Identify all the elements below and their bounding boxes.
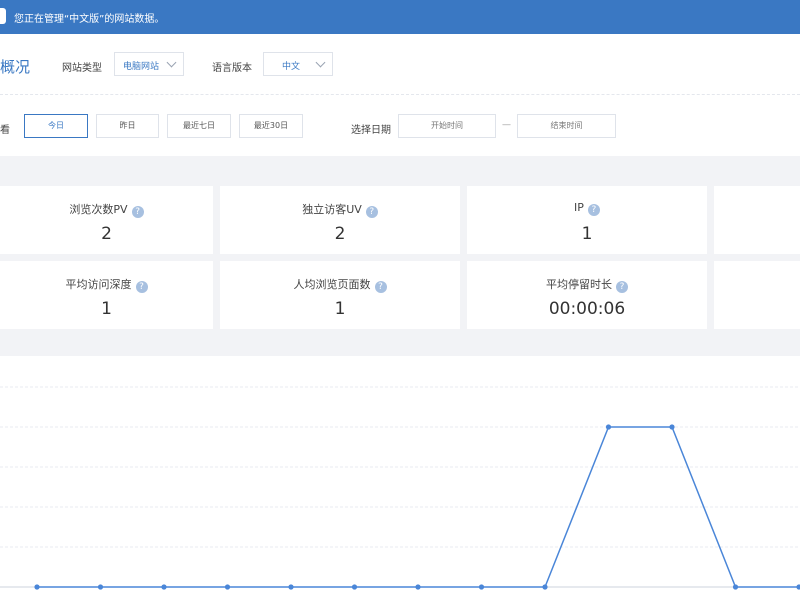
stat-card-depth: 平均访问深度? 1 [0,261,213,329]
data-point [478,584,485,590]
site-type-select[interactable]: 电脑网站 [114,52,184,76]
range-7days-button[interactable]: 最近七日 [167,114,231,138]
stat-value: 2 [334,224,346,244]
data-point [605,424,612,430]
stat-card-pages-per-visitor: 人均浏览页面数? 1 [220,261,460,329]
site-type-value: 电脑网站 [123,62,160,72]
help-icon[interactable]: ? [374,281,387,293]
stat-card-uv: 独立访客UV? 2 [220,186,460,254]
date-separator: — [502,120,511,130]
stat-label: IP [574,201,584,214]
range-30days-button[interactable]: 最近30日 [239,114,303,138]
range-today-button[interactable]: 今日 [24,114,88,138]
data-point [669,424,675,430]
stat-card-pv: 浏览次数PV? 2 [0,186,213,254]
help-icon[interactable]: ? [365,206,378,218]
page-title: 概况 [0,58,31,76]
view-label: 看 [0,125,10,136]
stat-value: 00:00:06 [548,299,626,319]
help-icon[interactable]: ? [587,204,600,216]
chevron-down-icon [315,57,326,68]
data-point [796,584,800,590]
data-point [351,584,358,590]
start-date-input[interactable]: 开始时间 [398,114,496,138]
help-icon[interactable]: ? [616,281,628,293]
date-label: 选择日期 [351,125,391,136]
help-icon[interactable]: ? [131,206,144,218]
stat-label: 人均浏览页面数 [293,278,371,291]
site-type-label: 网站类型 [62,63,102,74]
end-date-input[interactable]: 结束时间 [517,114,616,138]
stat-label: 浏览次数PV [69,203,128,216]
language-select[interactable]: 中文 [263,52,333,76]
stat-card-avg-duration: 平均停留时长? 00:00:06 [467,261,707,329]
range-yesterday-button[interactable]: 昨日 [96,114,159,138]
stat-value: 1 [581,224,593,244]
data-point [97,584,104,590]
help-icon[interactable]: ? [135,281,148,293]
stat-label: 独立访客UV [302,203,362,216]
data-point [732,584,739,590]
filter-panel: 概况 网站类型 电脑网站 语言版本 中文 看 今日 昨日 最近七日 最近30日 … [0,34,800,156]
stat-card-ip: IP? 1 [467,186,707,254]
stat-value: 1 [334,299,346,319]
top-notice-bar: 您正在管理“中文版”的网站数据。 [0,0,800,34]
data-point [161,584,167,590]
data-point [224,584,231,590]
notice-badge-icon [0,8,6,24]
divider [0,94,800,95]
data-point [34,584,40,590]
data-point [288,584,294,590]
chevron-down-icon [166,57,177,68]
trend-chart-panel [0,356,800,600]
trend-chart [0,386,800,590]
language-value: 中文 [282,62,301,72]
data-point [542,584,548,590]
stat-value: 1 [101,299,112,319]
data-point [415,584,421,590]
stat-label: 平均访问深度 [65,278,132,291]
stat-card-partial [714,261,800,329]
notice-text: 您正在管理“中文版”的网站数据。 [14,14,165,25]
stat-value: 2 [101,224,112,244]
language-label: 语言版本 [212,63,252,74]
stat-card-partial [714,186,800,254]
stat-label: 平均停留时长 [546,278,612,291]
